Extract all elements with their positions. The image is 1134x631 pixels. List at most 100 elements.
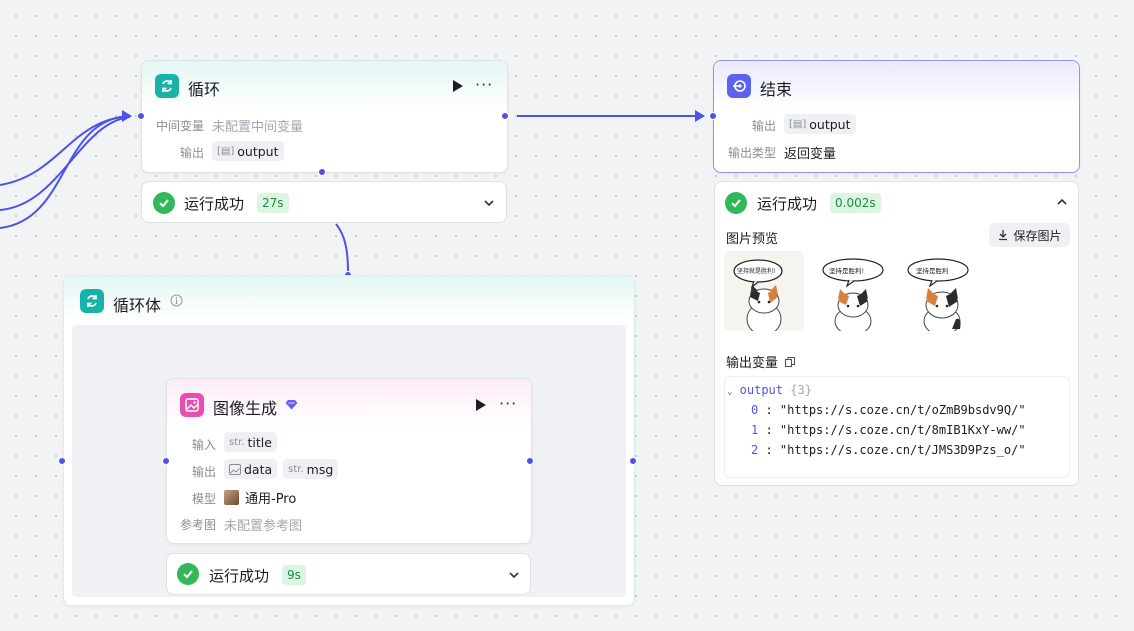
download-icon (999, 230, 1008, 241)
input-variable-tag: str. title (224, 432, 277, 452)
loop-bottom-port[interactable] (318, 168, 326, 176)
end-run-panel: 运行成功 0.002s 图片预览 保存图片 坚持就是胜利! 坚持是胜利! 坚持是… (714, 181, 1079, 486)
loop-body-left-port[interactable] (58, 457, 66, 465)
model-label: 模型 (191, 492, 216, 506)
output-var-name: output (237, 143, 279, 159)
loop-icon (80, 289, 104, 313)
array-object-icon: [▤] (217, 145, 235, 157)
output-msg-tag: str. msg (283, 459, 339, 479)
end-node[interactable]: 结束 输出 [▤] output 输出类型 返回变量 (713, 60, 1080, 173)
output-var1-name: data (244, 461, 273, 477)
image-node-input-port[interactable] (162, 457, 170, 465)
diamond-icon (285, 400, 298, 410)
loop-body-right-port[interactable] (629, 457, 637, 465)
end-output-row: [▤] output (784, 114, 856, 134)
image-input-row: str. title (224, 432, 277, 452)
success-check-icon (725, 192, 747, 214)
loop-input-port[interactable] (137, 112, 145, 120)
output-type-label: 输出类型 (727, 146, 776, 160)
image-output-row: data str. msg (224, 459, 339, 479)
loop-node-title: 循环 (188, 80, 221, 99)
end-output-label: 输出 (751, 119, 776, 133)
run-status-text: 运行成功 (209, 567, 270, 585)
more-options-icon[interactable]: ··· (499, 396, 517, 412)
json-item-0: 0 : "https://s.coze.cn/t/oZmB9bsdv9Q/" (751, 403, 1026, 417)
run-time-badge: 9s (282, 565, 306, 585)
json-item-1: 1 : "https://s.coze.cn/t/8mIB1KxY-ww/" (751, 423, 1026, 437)
end-output-var-name: output (809, 116, 851, 132)
loop-run-status[interactable]: 运行成功 27s (141, 181, 507, 223)
image-generation-icon (180, 393, 204, 417)
json-viewer: ⌄ output {3} 0 : "https://s.coze.cn/t/oZ… (724, 376, 1070, 478)
image-1-caption: 坚持就是胜利! (737, 268, 776, 275)
info-icon[interactable] (170, 294, 183, 307)
output-data-tag: data (224, 459, 278, 479)
json-item-value: "https://s.coze.cn/t/8mIB1KxY-ww/" (779, 423, 1026, 437)
intermediate-label: 中间变量 (155, 119, 204, 133)
image-generation-node[interactable]: 图像生成 ··· 输入 str. title 输出 data str. msg … (166, 378, 532, 544)
model-row: 通用-Pro (224, 488, 296, 507)
end-node-title: 结束 (760, 80, 793, 99)
image-preview-label: 图片预览 (726, 232, 779, 247)
json-root-line[interactable]: ⌄ output {3} (727, 383, 812, 397)
output-variables-text: 输出变量 (726, 356, 779, 371)
image-node-title: 图像生成 (213, 399, 278, 418)
output-variable-tag: [▤] output (212, 141, 284, 161)
json-item-value: "https://s.coze.cn/t/oZmB9bsdv9Q/" (779, 403, 1026, 417)
json-item-2: 2 : "https://s.coze.cn/t/JMS3D9Pzs_o/" (751, 443, 1026, 457)
run-time-badge: 0.002s (830, 193, 881, 213)
input-var-name: title (247, 434, 272, 450)
end-icon (727, 74, 751, 98)
copy-icon[interactable] (784, 356, 796, 368)
reference-image-value: 未配置参考图 (224, 519, 303, 534)
run-time-badge: 27s (257, 193, 289, 213)
success-check-icon (153, 192, 175, 214)
json-item-value: "https://s.coze.cn/t/JMS3D9Pzs_o/" (779, 443, 1026, 457)
image-run-status[interactable]: 运行成功 9s (166, 553, 531, 595)
run-status-text: 运行成功 (184, 195, 245, 213)
loop-output-port[interactable] (501, 112, 509, 120)
image-node-output-port[interactable] (526, 457, 534, 465)
expand-caret-icon: ⌄ (727, 387, 733, 397)
string-type-icon: str. (229, 436, 245, 448)
model-avatar (224, 490, 239, 505)
json-item-index: 1 (751, 423, 759, 437)
loop-node[interactable]: 循环 ··· 中间变量 未配置中间变量 输出 [▤] output (141, 60, 508, 173)
loop-body-title: 循环体 (113, 296, 162, 315)
run-status-text: 运行成功 (757, 195, 818, 213)
model-value: 通用-Pro (245, 492, 297, 507)
reference-image-label: 参考图 (179, 518, 216, 532)
json-root-count: {3} (790, 383, 812, 397)
json-item-index: 2 (751, 443, 759, 457)
image-output-label: 输出 (191, 465, 216, 479)
save-image-button[interactable]: 保存图片 (989, 223, 1070, 247)
chevron-down-icon[interactable] (507, 568, 521, 582)
end-input-port[interactable] (709, 112, 717, 120)
preview-image-2[interactable]: 坚持是胜利! (813, 251, 893, 331)
image-type-icon (229, 463, 241, 475)
end-output-variable-tag: [▤] output (784, 114, 856, 134)
string-type-icon: str. (288, 463, 304, 475)
json-root-key: output (739, 383, 784, 397)
success-check-icon (177, 563, 199, 585)
output-label: 输出 (179, 146, 204, 160)
preview-image-3[interactable]: 坚持是胜利 (902, 251, 982, 331)
image-3-caption: 坚持是胜利 (916, 267, 949, 275)
image-2-caption: 坚持是胜利! (829, 267, 865, 275)
save-image-label: 保存图片 (1013, 228, 1062, 243)
preview-image-1[interactable]: 坚持就是胜利! (724, 251, 804, 331)
chevron-down-icon[interactable] (482, 196, 496, 210)
run-node-icon[interactable] (476, 399, 486, 411)
image-input-label: 输入 (191, 438, 216, 452)
intermediate-value: 未配置中间变量 (212, 120, 304, 135)
json-item-index: 0 (751, 403, 759, 417)
chevron-up-icon[interactable] (1055, 195, 1069, 209)
output-type-value: 返回变量 (784, 147, 837, 162)
loop-icon (155, 74, 179, 98)
array-object-icon: [▤] (789, 118, 807, 130)
output-row: [▤] output (212, 141, 284, 161)
output-variables-label: 输出变量 (726, 352, 796, 371)
output-var2-name: msg (306, 461, 334, 477)
more-options-icon[interactable]: ··· (475, 77, 493, 93)
run-node-icon[interactable] (453, 80, 463, 92)
